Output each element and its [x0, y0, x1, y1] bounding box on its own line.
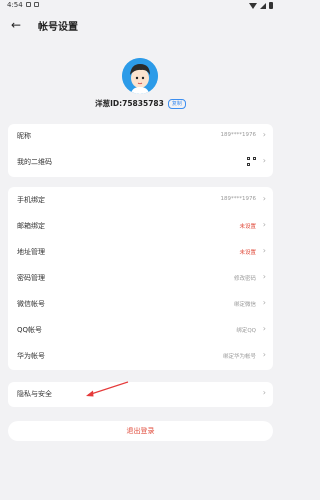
huawei-account-row[interactable]: 华为帐号 绑定华为帐号 ›: [8, 344, 273, 369]
row-label: 隐私与安全: [17, 390, 52, 398]
privacy-security-row[interactable]: 隐私与安全 ›: [8, 382, 273, 407]
row-label: 微信帐号: [17, 300, 45, 308]
wifi-icon: [249, 2, 257, 9]
row-label: 手机绑定: [17, 196, 45, 204]
row-value: 未设置: [239, 224, 256, 230]
row-label: 邮箱绑定: [17, 222, 45, 230]
chevron-right-icon: ›: [262, 388, 266, 397]
system-icons: [249, 2, 273, 9]
chevron-right-icon: ›: [262, 272, 266, 281]
row-label: 昵称: [17, 132, 31, 140]
bindings-card: 手机绑定 189****1976 › 邮箱绑定 未设置 › 地址管理 未设置 ›…: [8, 187, 273, 370]
status-time: 4:54: [7, 1, 23, 9]
wechat-account-row[interactable]: 微信帐号 绑定微信 ›: [8, 292, 273, 317]
logout-button[interactable]: 退出登录: [8, 421, 273, 441]
chevron-right-icon: ›: [262, 350, 266, 359]
chevron-right-icon: ›: [262, 194, 266, 203]
address-management-row[interactable]: 地址管理 未设置 ›: [8, 240, 273, 265]
chevron-right-icon: ›: [262, 246, 266, 255]
avatar[interactable]: [122, 58, 158, 94]
row-value: 绑定微信: [233, 302, 256, 308]
row-label: 地址管理: [17, 248, 45, 256]
row-value: 未设置: [239, 250, 256, 256]
signal-icon: [260, 2, 266, 9]
user-id-row: 洋葱ID:75835783 复制: [0, 98, 281, 109]
qr-code-icon: [247, 157, 256, 166]
chevron-right-icon: ›: [262, 324, 266, 333]
row-value: 修改密码: [233, 276, 256, 282]
notification-icons: [26, 2, 39, 7]
title-bar: ← 帐号设置: [0, 12, 281, 38]
email-binding-row[interactable]: 邮箱绑定 未设置 ›: [8, 214, 273, 239]
row-value: 189****1976: [220, 132, 257, 138]
phone-binding-row[interactable]: 手机绑定 189****1976 ›: [8, 188, 273, 213]
chevron-right-icon: ›: [262, 220, 266, 229]
row-label: 华为帐号: [17, 352, 45, 360]
row-label: 密码管理: [17, 274, 45, 282]
user-id: 洋葱ID:75835783: [95, 99, 164, 108]
row-value: 绑定华为帐号: [222, 354, 256, 360]
copy-button[interactable]: 复制: [167, 98, 186, 109]
page-title: 帐号设置: [38, 22, 78, 33]
row-label: 我的二维码: [17, 158, 52, 166]
qr-code-row[interactable]: 我的二维码 ›: [8, 150, 273, 176]
row-label: QQ帐号: [17, 326, 43, 334]
status-bar: 4:54: [0, 0, 281, 12]
row-value: 189****1976: [220, 196, 257, 202]
chevron-right-icon: ›: [262, 156, 266, 165]
notification-icon: [34, 2, 39, 7]
profile-card: 昵称 189****1976 › 我的二维码 ›: [8, 124, 273, 177]
arrow-left-icon[interactable]: ←: [11, 18, 21, 32]
chevron-right-icon: ›: [262, 298, 266, 307]
password-management-row[interactable]: 密码管理 修改密码 ›: [8, 266, 273, 291]
annotation-arrow-icon: [86, 381, 129, 397]
qq-account-row[interactable]: QQ帐号 绑定QQ ›: [8, 318, 273, 343]
avatar-illustration: [122, 58, 158, 94]
battery-icon: [269, 2, 273, 9]
notification-icon: [26, 2, 31, 7]
row-value: 绑定QQ: [236, 328, 256, 334]
nickname-row[interactable]: 昵称 189****1976 ›: [8, 124, 273, 150]
chevron-right-icon: ›: [262, 130, 266, 139]
